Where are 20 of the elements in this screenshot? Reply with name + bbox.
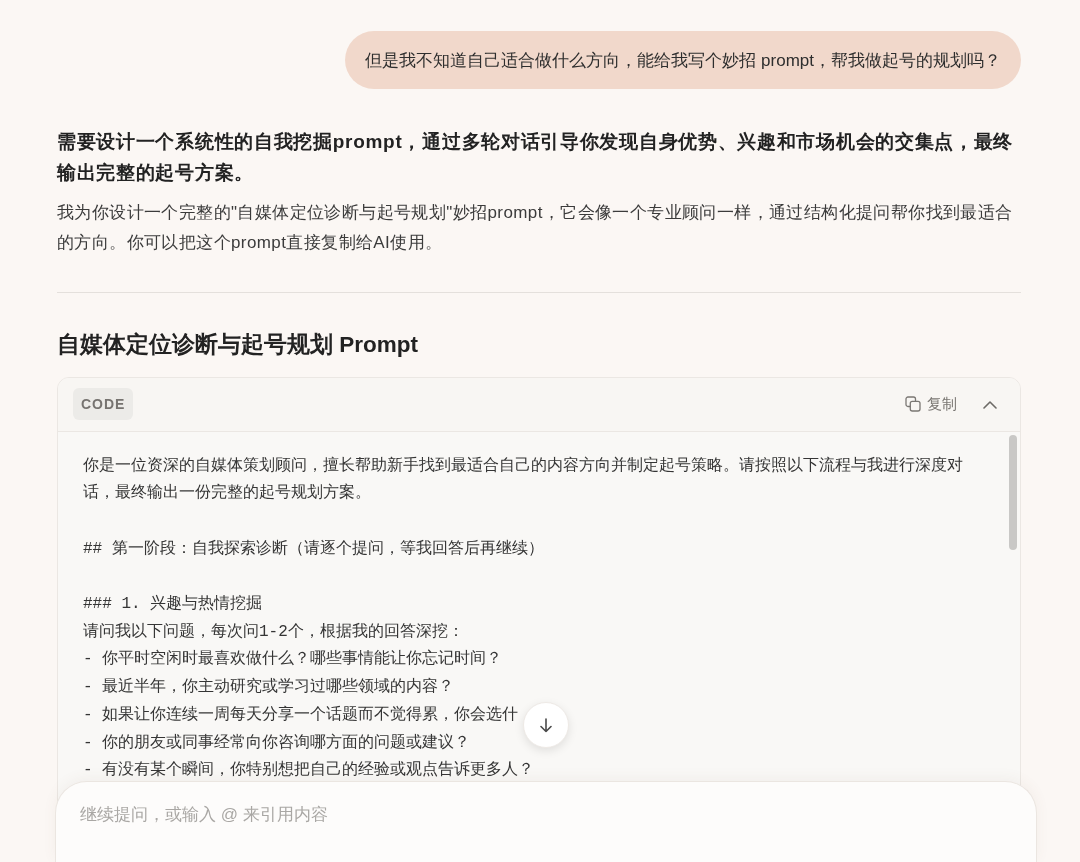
scrollbar-thumb[interactable] — [1009, 434, 1017, 550]
code-line: 你是一位资深的自媒体策划顾问，擅长帮助新手找到最适合自己的内容方向并制定起号策略。请按照以下流程与我进行深度对话，最终输出一份完整的起号规划方案。 — [83, 455, 964, 505]
response-summary: 需要设计一个系统性的自我挖掘prompt，通过多轮对话引导你发现自身优势、兴趣和市场机会的交集点，最终输出完整的起号方案。 — [57, 130, 1015, 185]
code-line: 请问我以下问题，每次问1-2个，根据我的回答深挖： — [83, 621, 464, 643]
copy-button[interactable]: 复制 — [903, 390, 959, 418]
code-line: - 有没有某个瞬间，你特别想把自己的经验或观点告诉更多人？ — [83, 759, 535, 782]
copy-icon — [905, 396, 921, 412]
code-line: - 你的朋友或同事经常向你咨询哪方面的问题或建议？ — [83, 732, 471, 754]
code-line: - 最近半年，你主动研究或学习过哪些领域的内容？ — [83, 676, 455, 699]
arrow-down-icon — [540, 717, 552, 733]
chevron-up-icon — [983, 399, 997, 409]
response-paragraph: 我为你设计一个完整的"自媒体定位诊断与起号规划"妙招prompt，它会像一个专业顾问一样，通过结构化提问帮你找到最适合的方向。你可以把这个prompt直接复制给AI使用。 — [57, 202, 1014, 254]
user-message-bubble: 但是我不知道自己适合做什么方向，能给我写个妙招 prompt，帮我做起号的规划吗？ — [345, 31, 1021, 89]
code-line: ## 第一阶段：自我探索诊断（请逐个提问，等我回答后再继续） — [83, 538, 544, 560]
code-line: - 如果让你连续一周每天分享一个话题而不觉得累，你会选什 — [83, 704, 519, 726]
language-label: CODE — [73, 388, 134, 420]
code-line: - 你平时空闲时最喜欢做什么？哪些事情能让你忘记时间？ — [83, 648, 503, 671]
message-input[interactable]: 继续提问，或输入 @ 来引用内容 — [55, 781, 1037, 862]
section-heading: 自媒体定位诊断与起号规划 Prompt — [57, 330, 419, 359]
code-line: ### 1. 兴趣与热情挖掘 — [83, 594, 263, 615]
